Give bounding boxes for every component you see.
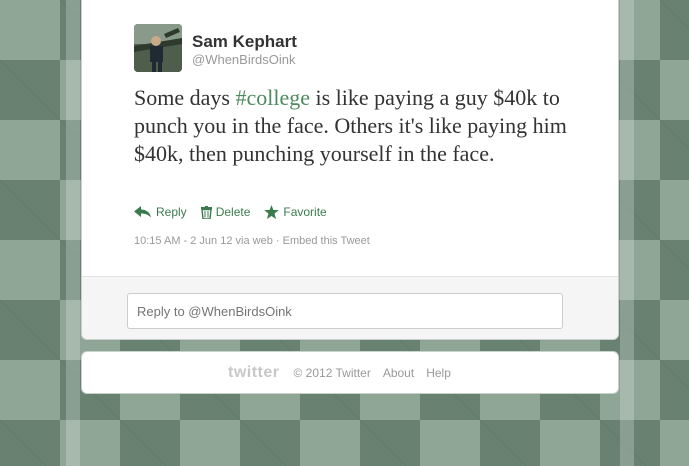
reply-button[interactable]: Reply [134,205,187,219]
copyright-text: © 2012 Twitter [293,366,371,380]
tweet-timestamp[interactable]: 10:15 AM - 2 Jun 12 via web [134,235,273,247]
reply-area [82,276,618,339]
twitter-logo[interactable]: twitter [228,364,280,382]
author-handle[interactable]: @WhenBirdsOink [192,52,296,67]
star-icon [264,205,280,219]
meta-separator: · [275,235,283,247]
delete-label: Delete [215,205,251,219]
reply-arrow-icon [134,206,151,218]
avatar[interactable] [134,24,182,72]
hashtag-link[interactable]: #college [235,85,310,110]
author-name[interactable]: Sam Kephart [192,32,297,52]
embed-tweet-link[interactable]: Embed this Tweet [283,235,370,247]
help-link[interactable]: Help [426,366,451,380]
reply-input[interactable] [127,293,563,329]
background-stripe-left [66,0,80,466]
delete-button[interactable]: Delete [200,205,251,219]
reply-label: Reply [156,205,187,219]
trash-icon [200,205,212,219]
footer: twitter © 2012 Twitter About Help [81,351,619,394]
tweet-card: Sam Kephart @WhenBirdsOink Some days #co… [81,0,619,340]
favorite-label: Favorite [283,205,327,219]
tweet-text: Some days #college is like paying a guy … [134,84,584,168]
tweet-text-start: Some days [134,85,236,110]
background-stripe-right [620,0,634,466]
tweet-actions: Reply Delete Favorite [134,205,341,219]
about-link[interactable]: About [383,366,414,380]
favorite-button[interactable]: Favorite [264,205,327,219]
tweet-meta: 10:15 AM - 2 Jun 12 via web · Embed this… [134,235,370,247]
footer-links: twitter © 2012 Twitter About Help [228,364,451,382]
